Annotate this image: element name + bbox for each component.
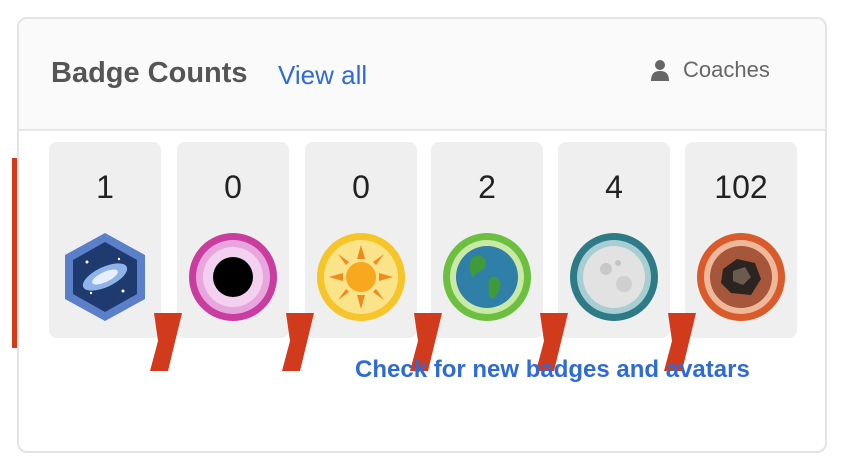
badge-tile-black-hole[interactable]: 0 xyxy=(177,142,289,338)
earth-badge-icon xyxy=(443,233,531,321)
badge-count: 1 xyxy=(96,169,114,205)
badge-count: 0 xyxy=(352,169,370,205)
badge-tile-meteorite[interactable]: 102 xyxy=(685,142,797,338)
card-title: Badge Counts xyxy=(51,57,248,89)
galaxy-badge-icon xyxy=(65,233,145,321)
comma-separator-icon xyxy=(282,313,314,371)
check-new-badges-link[interactable]: Check for new badges and avatars xyxy=(355,356,750,384)
person-icon xyxy=(651,60,669,81)
comma-separator-icon xyxy=(150,313,182,371)
badge-count: 102 xyxy=(714,169,768,205)
badge-count: 0 xyxy=(224,169,242,205)
card-header: Badge Counts View all Coaches xyxy=(19,19,825,131)
moon-badge-icon xyxy=(570,233,658,321)
coaches-link[interactable]: Coaches xyxy=(651,57,770,83)
sun-badge-icon xyxy=(317,233,405,321)
badge-count: 2 xyxy=(478,169,496,205)
badge-tile-earth[interactable]: 2 xyxy=(431,142,543,338)
badge-tile-moon[interactable]: 4 xyxy=(558,142,670,338)
meteorite-badge-icon xyxy=(697,233,785,321)
coaches-label: Coaches xyxy=(683,57,770,82)
badge-count: 4 xyxy=(605,169,623,205)
badge-tile-sun[interactable]: 0 xyxy=(305,142,417,338)
badge-tile-galaxy[interactable]: 1 xyxy=(49,142,161,338)
view-all-link[interactable]: View all xyxy=(278,60,367,91)
black-hole-badge-icon xyxy=(189,233,277,321)
